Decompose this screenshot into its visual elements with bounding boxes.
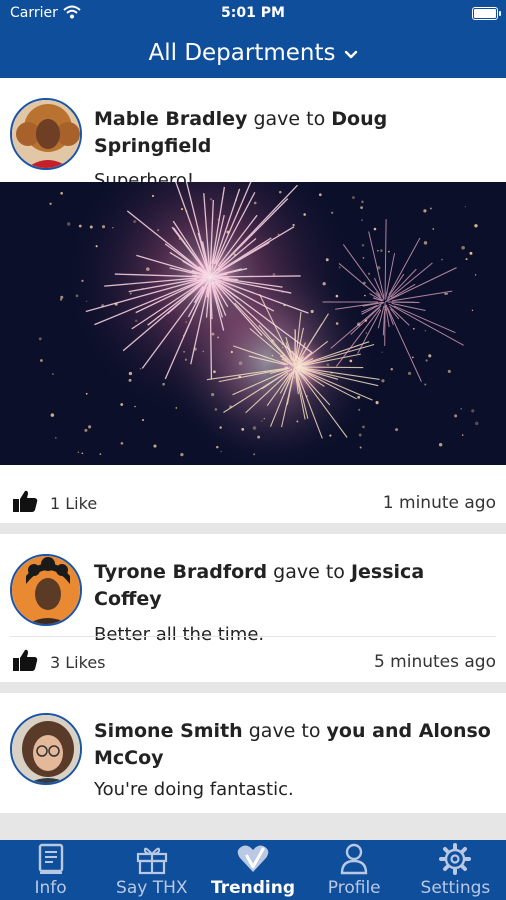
tab-info[interactable]: Info: [0, 840, 101, 900]
heart-check-icon: [236, 842, 270, 876]
like-button[interactable]: 3 Likes: [12, 648, 106, 676]
feed-message: Better all the time.: [94, 624, 265, 645]
chevron-down-icon: [344, 45, 358, 64]
feed-headline: Mable Bradley gave to Doug Springfield: [94, 106, 498, 160]
card-footer: 3 Likes 5 minutes ago: [12, 647, 496, 677]
tab-trending[interactable]: Trending: [202, 840, 303, 900]
clock: 5:01 PM: [221, 5, 285, 21]
gave-to-text: gave to: [253, 108, 326, 130]
timestamp: 1 minute ago: [382, 493, 496, 513]
feed-card[interactable]: Simone Smith gave to you and Alonso McCo…: [0, 693, 506, 813]
timestamp: 5 minutes ago: [373, 652, 496, 672]
giver-name[interactable]: Tyrone Bradford: [94, 561, 267, 583]
tab-profile[interactable]: Profile: [304, 840, 405, 900]
page-title: All Departments: [148, 40, 336, 66]
tab-label: Trending: [211, 878, 296, 898]
like-count: 1 Like: [50, 493, 98, 513]
avatar[interactable]: [10, 554, 82, 626]
user-icon: [339, 842, 369, 876]
like-button[interactable]: 1 Like: [12, 489, 97, 517]
tab-label: Info: [34, 878, 67, 898]
gear-icon: [439, 842, 472, 876]
thumbs-up-icon: [12, 648, 38, 676]
status-bar: Carrier 5:01 PM: [0, 0, 506, 28]
gave-to-text: gave to: [248, 720, 321, 742]
thumbs-up-icon: [12, 489, 38, 517]
fireworks-image: [0, 182, 506, 465]
gift-icon: [135, 842, 169, 876]
department-selector[interactable]: All Departments: [0, 28, 506, 78]
gave-to-text: gave to: [273, 561, 345, 583]
tab-bar: Info Say THX Trending Profile Settings: [0, 840, 506, 900]
book-icon: [37, 842, 65, 876]
avatar[interactable]: [10, 98, 82, 170]
divider: [10, 636, 496, 637]
feed-headline: Tyrone Bradford gave to Jessica Coffey: [94, 559, 498, 613]
avatar[interactable]: [10, 713, 82, 785]
tab-settings[interactable]: Settings: [405, 840, 506, 900]
like-count: 3 Likes: [50, 652, 106, 672]
giver-name[interactable]: Mable Bradley: [94, 108, 247, 130]
feed[interactable]: Mable Bradley gave to Doug Springfield S…: [0, 78, 506, 840]
feed-card[interactable]: Mable Bradley gave to Doug Springfield S…: [0, 78, 506, 523]
tab-say-thx[interactable]: Say THX: [101, 840, 202, 900]
battery-icon: [472, 7, 501, 20]
feed-card[interactable]: Tyrone Bradford gave to Jessica Coffey B…: [0, 534, 506, 682]
card-footer: 1 Like 1 minute ago: [12, 488, 496, 518]
tab-label: Settings: [420, 878, 491, 898]
tab-label: Profile: [327, 878, 381, 898]
tab-label: Say THX: [116, 878, 188, 898]
giver-name[interactable]: Simone Smith: [94, 720, 243, 742]
feed-headline: Simone Smith gave to you and Alonso McCo…: [94, 718, 498, 772]
feed-message: You're doing fantastic.: [94, 779, 294, 800]
